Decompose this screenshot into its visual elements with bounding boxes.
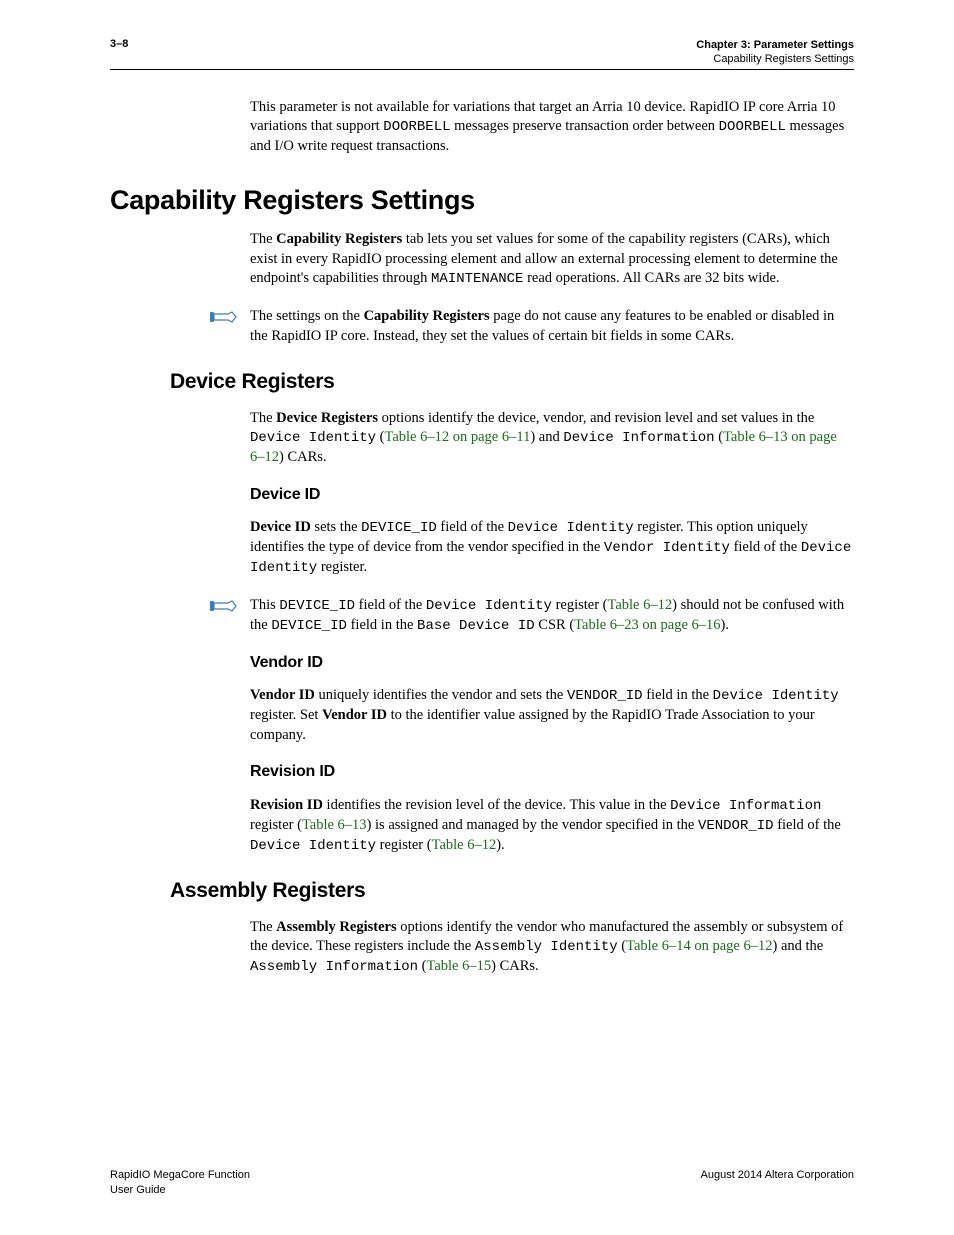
bold: Capability Registers (276, 231, 402, 247)
text: field of the (437, 519, 508, 535)
text: ( (715, 429, 723, 445)
pointing-hand-icon (210, 598, 240, 614)
note-capability: The settings on the Capability Registers… (250, 307, 854, 346)
bold: Capability Registers (364, 308, 490, 324)
chapter-title: Chapter 3: Parameter Settings (696, 38, 854, 52)
page-header: 3–8 Chapter 3: Parameter Settings Capabi… (110, 38, 854, 70)
text: field of the (730, 539, 801, 555)
heading-capability-registers-settings: Capability Registers Settings (110, 185, 854, 216)
code: DEVICE_ID (361, 520, 437, 536)
text: field in the (347, 617, 417, 633)
bold: Device Registers (276, 410, 378, 426)
link-table-6-13b[interactable]: Table 6–13 (302, 817, 367, 833)
link-table-6-14[interactable]: Table 6–14 on page 6–12 (626, 938, 772, 954)
bold: Device ID (250, 519, 311, 535)
text: This (250, 597, 279, 613)
page-footer: RapidIO MegaCore Function User Guide Aug… (110, 1168, 854, 1197)
footer-right: August 2014 Altera Corporation (701, 1168, 855, 1197)
pointing-hand-icon (210, 309, 240, 325)
bold: Vendor ID (250, 687, 315, 703)
text: identifies the revision level of the dev… (323, 797, 670, 813)
code: VENDOR_ID (698, 818, 774, 834)
code: Device Identity (250, 838, 376, 854)
code: Device Information (563, 430, 714, 446)
code: Device Identity (250, 430, 376, 446)
link-table-6-23[interactable]: Table 6–23 on page 6–16 (574, 617, 720, 633)
text: ) is assigned and managed by the vendor … (367, 817, 698, 833)
code: Base Device ID (417, 618, 535, 634)
code: DEVICE_ID (279, 598, 355, 614)
note-device-id: This DEVICE_ID field of the Device Ident… (250, 596, 854, 636)
code: Assembly Information (250, 959, 418, 975)
text: ( (618, 938, 626, 954)
page-number: 3–8 (110, 38, 128, 50)
text: register. (317, 559, 367, 575)
code: DOORBELL (719, 119, 786, 135)
text: ) CARs. (491, 958, 539, 974)
text: ) and (530, 429, 563, 445)
header-right: Chapter 3: Parameter Settings Capability… (696, 38, 854, 67)
heading-device-registers: Device Registers (170, 370, 854, 394)
text: register ( (552, 597, 608, 613)
text: ). (721, 617, 729, 633)
device-registers-paragraph: The Device Registers options identify th… (250, 409, 854, 468)
text: register ( (376, 837, 432, 853)
code: DOORBELL (383, 119, 450, 135)
code: Assembly Identity (475, 939, 618, 955)
section-title: Capability Registers Settings (696, 52, 854, 66)
text: register. Set (250, 707, 322, 723)
text: The (250, 410, 276, 426)
code: DEVICE_ID (271, 618, 347, 634)
heading-vendor-id: Vendor ID (250, 654, 854, 672)
code: Device Information (670, 798, 821, 814)
revision-id-paragraph: Revision ID identifies the revision leve… (250, 796, 854, 856)
device-id-paragraph: Device ID sets the DEVICE_ID field of th… (250, 518, 854, 578)
intro-paragraph: This parameter is not available for vari… (250, 98, 854, 157)
code: VENDOR_ID (567, 688, 643, 704)
text: register ( (250, 817, 302, 833)
footer-left: RapidIO MegaCore Function User Guide (110, 1168, 250, 1197)
link-table-6-12c[interactable]: Table 6–12 (432, 837, 497, 853)
text: ) and the (772, 938, 823, 954)
assembly-registers-paragraph: The Assembly Registers options identify … (250, 918, 854, 977)
text: ( (376, 429, 384, 445)
text: uniquely identifies the vendor and sets … (315, 687, 567, 703)
doc-title: RapidIO MegaCore Function (110, 1169, 250, 1181)
text: field in the (643, 687, 713, 703)
text: The settings on the (250, 308, 364, 324)
text: read operations. All CARs are 32 bits wi… (523, 270, 779, 286)
text: options identify the device, vendor, and… (378, 410, 814, 426)
code: Vendor Identity (604, 540, 730, 556)
text: The (250, 231, 276, 247)
heading-assembly-registers: Assembly Registers (170, 879, 854, 903)
bold: Revision ID (250, 797, 323, 813)
bold: Assembly Registers (276, 919, 396, 935)
vendor-id-paragraph: Vendor ID uniquely identifies the vendor… (250, 686, 854, 745)
link-table-6-15[interactable]: Table 6–15 (427, 958, 492, 974)
heading-device-id: Device ID (250, 486, 854, 504)
heading-revision-id: Revision ID (250, 763, 854, 781)
link-table-6-12[interactable]: Table 6–12 on page 6–11 (385, 429, 531, 445)
text: ). (496, 837, 504, 853)
link-table-6-12b[interactable]: Table 6–12 (608, 597, 673, 613)
doc-subtitle: User Guide (110, 1184, 166, 1196)
text: ) CARs. (279, 449, 327, 465)
text: messages preserve transaction order betw… (451, 118, 719, 134)
code: Device Identity (426, 598, 552, 614)
text: The (250, 919, 276, 935)
text: ( (418, 958, 426, 974)
code: MAINTENANCE (431, 271, 523, 287)
bold: Vendor ID (322, 707, 387, 723)
code: Device Identity (713, 688, 839, 704)
text: field of the (774, 817, 841, 833)
text: CSR ( (535, 617, 575, 633)
text: sets the (311, 519, 361, 535)
capability-paragraph: The Capability Registers tab lets you se… (250, 230, 854, 289)
code: Device Identity (508, 520, 634, 536)
text: field of the (355, 597, 426, 613)
